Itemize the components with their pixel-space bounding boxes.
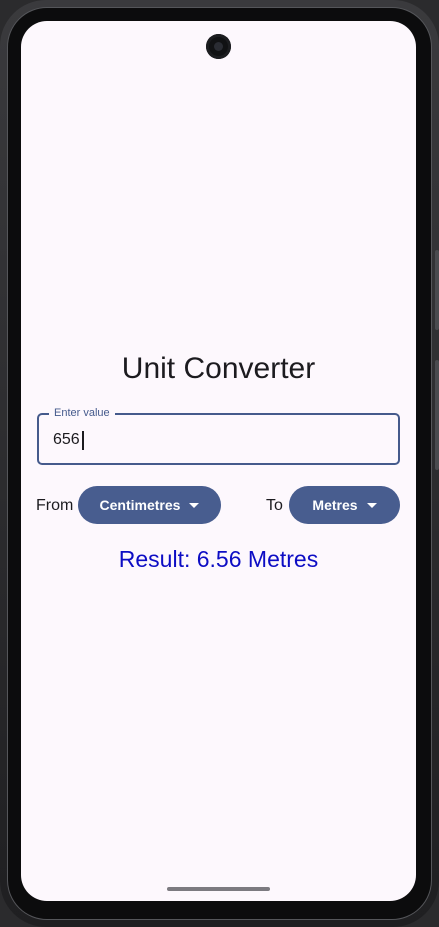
- from-unit-value: Centimetres: [99, 497, 181, 513]
- caret-down-icon: [189, 503, 200, 508]
- from-label: From: [36, 497, 74, 514]
- power-button: [435, 250, 439, 330]
- caret-down-icon: [366, 503, 377, 508]
- screen: Unit Converter Enter value From Centimet…: [21, 21, 416, 901]
- from-unit-dropdown[interactable]: Centimetres: [78, 486, 221, 524]
- phone-frame: Unit Converter Enter value From Centimet…: [0, 0, 439, 927]
- text-cursor: [82, 431, 84, 450]
- to-label: To: [266, 497, 283, 514]
- value-field[interactable]: Enter value: [37, 406, 400, 465]
- page-title: Unit Converter: [121, 352, 316, 385]
- status-bar: [21, 21, 416, 71]
- value-field-label: Enter value: [49, 406, 115, 420]
- home-indicator[interactable]: [167, 887, 270, 891]
- to-unit-dropdown[interactable]: Metres: [289, 486, 400, 524]
- volume-button: [435, 360, 439, 470]
- value-input[interactable]: [53, 430, 384, 450]
- camera-cutout: [206, 34, 231, 59]
- to-unit-value: Metres: [312, 497, 358, 513]
- result-text: Result: 6.56 Metres: [118, 546, 319, 572]
